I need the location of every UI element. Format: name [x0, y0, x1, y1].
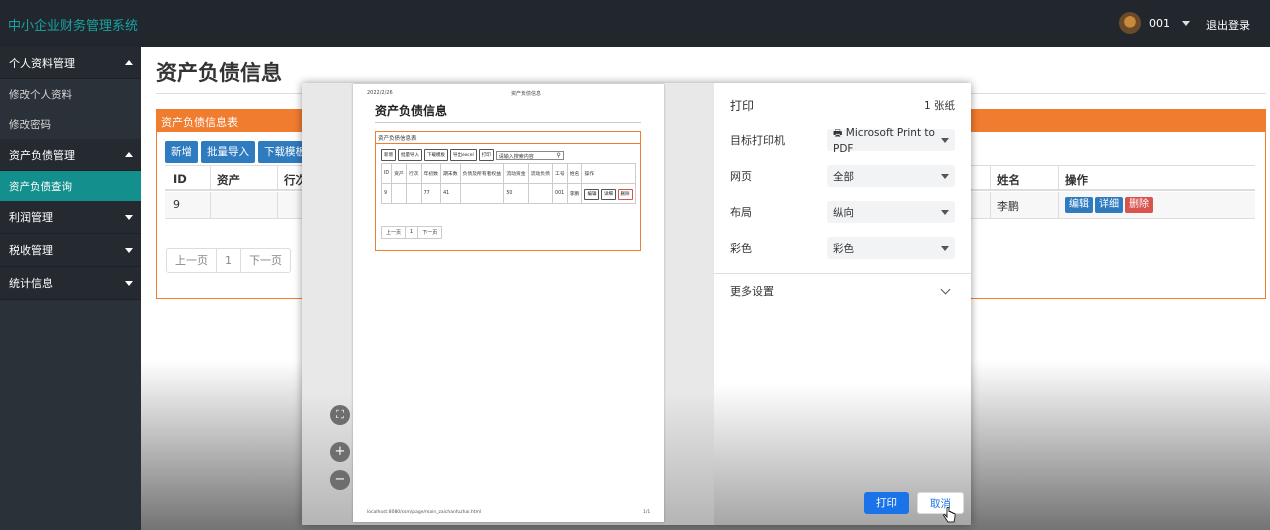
preview-header: 资产负债信息 — [511, 91, 542, 97]
sidebar-item-change-password[interactable]: 修改密码 — [0, 109, 141, 139]
preview-btn: 下载模板 — [424, 149, 448, 161]
preview-btn: 导出excel — [450, 149, 477, 161]
zoom-out-icon[interactable]: − — [330, 470, 350, 490]
chevron-down-icon — [941, 245, 949, 251]
preview-footer-url: localhost:8080/ssm/page/main_zaichanfuzh… — [367, 510, 482, 515]
preview-table: ID 资产 行次 年初数 期末数 负债及所有者权益 流动资金 流动负债 工号 姓名 操作 9 77 41… — [380, 163, 636, 204]
sidebar: 个人资料管理 修改个人资料 修改密码 资产负债管理 资产负债查询 利润管理 税收… — [0, 47, 141, 530]
col-name: 姓名 — [997, 173, 1020, 187]
preview-title: 资产负债信息 — [375, 104, 448, 118]
add-button[interactable]: 新增 — [165, 141, 198, 163]
chevron-down-icon — [125, 280, 133, 286]
layout-select[interactable]: 纵向 — [827, 201, 955, 223]
sheet-count: 1 张纸 — [923, 100, 955, 112]
printer-select[interactable]: 🖶 Microsoft Print to PDF — [827, 127, 955, 155]
sidebar-group-stats[interactable]: 统计信息 — [0, 267, 141, 300]
sidebar-group-profit[interactable]: 利润管理 — [0, 201, 141, 234]
edit-button[interactable]: 编辑 — [1065, 197, 1093, 213]
logout-link[interactable]: 退出登录 — [1206, 17, 1250, 33]
chevron-down-icon — [1182, 20, 1190, 26]
printer-row: 目标打印机 🖶 Microsoft Print to PDF — [730, 127, 955, 155]
chevron-down-icon — [941, 209, 949, 215]
preview-btn: 批量导入 — [398, 149, 422, 161]
preview-panel-title: 资产负债信息表 — [376, 132, 640, 144]
printer-icon: 🖶 — [833, 127, 843, 139]
preview-header-row: ID 资产 行次 年初数 期末数 负债及所有者权益 流动资金 流动负债 工号 姓名 操作 — [380, 163, 636, 184]
preview-row: 9 77 41 50 001 李鹏 编辑 详细 删除 — [380, 183, 636, 204]
print-dialog: 2022/2/26 资产负债信息 资产负债信息 资产负债信息表 新增 批量导入 … — [302, 83, 971, 525]
col-ops: 操作 — [1065, 173, 1088, 187]
print-title: 打印 — [730, 99, 755, 113]
zoom-in-icon[interactable]: + — [330, 442, 350, 462]
hand-cursor-icon — [943, 507, 956, 523]
preview-btn: 新增 — [381, 149, 396, 161]
print-header: 打印 1 张纸 — [730, 97, 955, 114]
cell-id: 9 — [173, 198, 180, 211]
search-icon: ⚲ — [556, 151, 561, 159]
chevron-down-icon — [941, 173, 949, 179]
app-brand[interactable]: 中小企业财务管理系统 — [8, 15, 138, 34]
preview-pager: 上一页 1 下一页 — [381, 226, 443, 239]
page-number[interactable]: 1 — [217, 249, 241, 272]
detail-button[interactable]: 详细 — [1095, 197, 1123, 213]
next-page-button[interactable]: 下一页 — [241, 249, 290, 272]
prev-page-button[interactable]: 上一页 — [167, 249, 217, 272]
user-menu[interactable]: 001 — [1119, 12, 1190, 34]
chevron-down-icon — [125, 214, 133, 220]
sidebar-group-balance[interactable]: 资产负债管理 — [0, 139, 141, 171]
cell-name: 李鹏 — [997, 200, 1019, 213]
delete-button[interactable]: 删除 — [1125, 197, 1153, 213]
col-id: ID — [173, 172, 187, 186]
preview-footer-page: 1/1 — [643, 510, 651, 515]
fit-to-page-icon[interactable]: ⛶ — [330, 405, 350, 425]
chevron-down-icon — [941, 137, 949, 143]
preview-panel: 资产负债信息表 新增 批量导入 下载模板 导出excel 打印 请输入搜索内容 ⚲… — [375, 131, 641, 251]
pages-row: 网页 全部 — [730, 165, 955, 187]
chevron-down-icon — [125, 247, 133, 253]
print-preview: 2022/2/26 资产负债信息 资产负债信息 资产负债信息表 新增 批量导入 … — [302, 83, 714, 525]
username: 001 — [1149, 16, 1170, 30]
avatar — [1119, 12, 1141, 34]
preview-search: 请输入搜索内容 ⚲ — [495, 150, 564, 160]
preview-date: 2022/2/26 — [367, 90, 393, 96]
preview-btn: 打印 — [478, 149, 494, 161]
page-title: 资产负债信息 — [156, 61, 282, 85]
pages-select[interactable]: 全部 — [827, 165, 955, 187]
top-bar: 中小企业财务管理系统 001 退出登录 — [0, 0, 1270, 47]
row-actions: 编辑 详细 删除 — [1065, 197, 1155, 213]
pagination: 上一页 1 下一页 — [166, 248, 291, 273]
sidebar-item-balance-query[interactable]: 资产负债查询 — [0, 171, 141, 201]
print-button[interactable]: 打印 — [864, 492, 909, 514]
sidebar-group-profile[interactable]: 个人资料管理 — [0, 47, 141, 79]
color-select[interactable]: 彩色 — [827, 237, 955, 259]
chevron-up-icon — [125, 60, 133, 65]
color-row: 彩色 彩色 — [730, 237, 955, 259]
col-asset: 资产 — [217, 173, 240, 187]
print-settings: 打印 1 张纸 目标打印机 🖶 Microsoft Print to PDF 网… — [714, 83, 971, 525]
preview-toolbar: 新增 批量导入 下载模板 导出excel 打印 请输入搜索内容 ⚲ — [381, 149, 564, 161]
import-button[interactable]: 批量导入 — [201, 141, 255, 163]
sidebar-item-edit-profile[interactable]: 修改个人资料 — [0, 79, 141, 109]
chevron-down-icon — [940, 284, 951, 294]
layout-row: 布局 纵向 — [730, 201, 955, 223]
toolbar: 新增 批量导入 下载模板 — [165, 141, 315, 163]
more-settings[interactable]: 更多设置 — [730, 283, 955, 299]
sidebar-group-tax[interactable]: 税收管理 — [0, 234, 141, 267]
chevron-up-icon — [125, 152, 133, 157]
preview-page: 2022/2/26 资产负债信息 资产负债信息 资产负债信息表 新增 批量导入 … — [353, 84, 664, 522]
